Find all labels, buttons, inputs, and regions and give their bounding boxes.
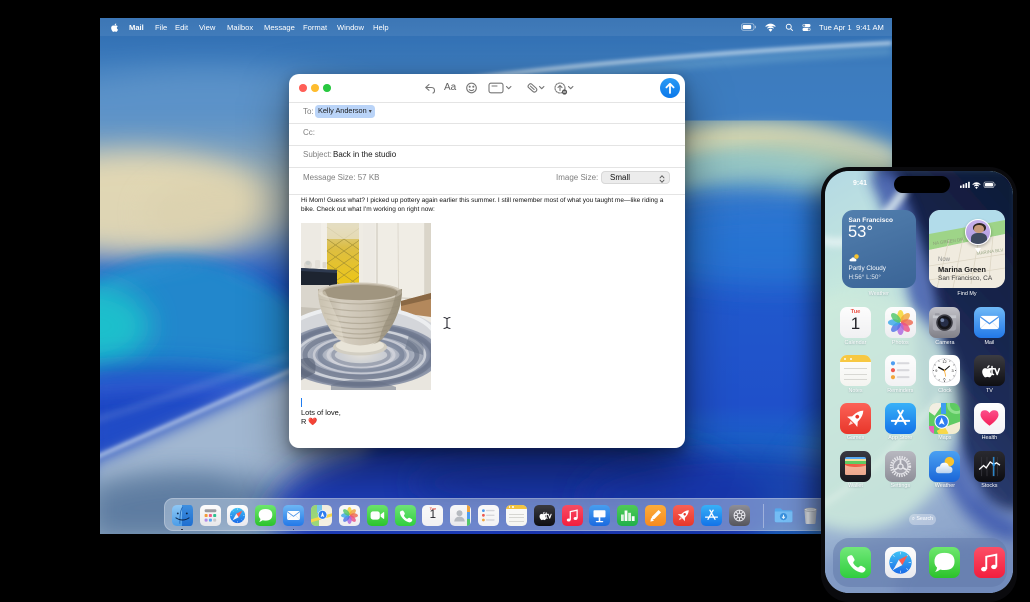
svg-text:6: 6 bbox=[944, 378, 946, 382]
svg-text:3: 3 bbox=[952, 369, 954, 373]
svg-text:12: 12 bbox=[943, 360, 947, 364]
svg-text:9: 9 bbox=[936, 369, 938, 373]
